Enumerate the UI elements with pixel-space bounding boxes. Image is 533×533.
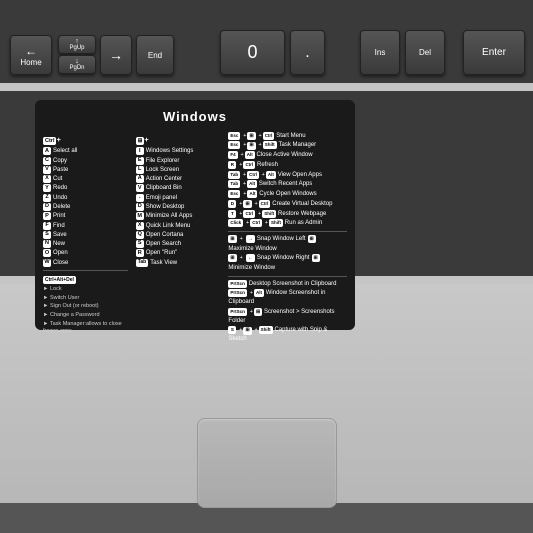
del-key[interactable]: Del [405,30,445,75]
win-action-center: A Action Center [136,175,221,183]
ctrl-section-header: Ctrl+ [43,135,128,146]
snap-right-row: ⊞ + ← Snap Window Right ⊞ Minimize Windo… [228,254,347,272]
win-run: R Open "Run" [136,249,221,257]
keyboard-silver-strip [0,83,533,91]
restore-webpage-shortcut: T +Ctrl +Shift Restore Webpage [228,210,347,219]
windows-shortcut-sticker: Windows Ctrl+ A Select all C Copy V Past… [35,100,355,330]
screenshot-snip: S +⊞ +Shift Capture with Snip & Sketch [228,326,347,344]
shortcut-close: W Close [43,259,128,267]
start-menu-shortcut: Esc +⊞ +Ctrl Start Menu [228,132,347,141]
win-emoji: . Emoji panel [136,194,221,202]
shortcut-paste: V Paste [43,166,128,174]
shortcut-redo: Y Redo [43,184,128,192]
shortcut-open: O Open [43,249,128,257]
win-minimize-all: M Minimize All Apps [136,212,221,220]
ctrl-alt-del-header: Ctrl+Alt+Del [43,274,128,284]
cad-change-password: ► Change a Password [43,312,128,319]
pgdn-key[interactable]: ↓PgDn [58,55,96,74]
shortcut-new: N New [43,240,128,248]
win-quick-link: X Quick Link Menu [136,222,221,230]
cad-sign-out: ► Sign Out (or reboot) [43,303,128,310]
win-show-desktop: D Show Desktop [136,203,221,211]
shortcut-find: F Find [43,222,128,230]
screenshot-clipboard: PrtScn Desktop Screenshot in Clipboard [228,280,347,289]
win-settings: I Windows Settings [136,147,221,155]
shortcut-copy: C Copy [43,157,128,165]
screenshot-window: PrtScn +Alt Window Screenshot in Clipboa… [228,289,347,307]
shortcut-print: P Print [43,212,128,220]
win-cortana: Q Open Cortana [136,231,221,239]
pgup-key[interactable]: ↑PgUp [58,35,96,54]
view-open-apps-shortcut: Tab +Ctrl +Alt View Open Apps [228,171,347,180]
shortcut-select-all: A Select all [43,147,128,155]
shortcut-delete: D Delete [43,203,128,211]
cad-lock: ► Lock [43,286,128,293]
switch-recent-shortcut: Tab +Alt Switch Recent Apps [228,180,347,189]
numpad-0-key[interactable]: 0 [220,30,285,75]
shortcut-undo: Z Undo [43,194,128,202]
snap-left-row: ⊞ + → Snap Window Left ⊞ Maximize Window [228,235,347,253]
trackpad[interactable] [197,418,337,508]
run-as-admin-shortcut: Click +Ctrl +Shift Run as Admin [228,219,347,228]
win-clipboard: V Clipboard Bin [136,184,221,192]
keyboard-background: ← Home ↑PgUp ↓PgDn → End 0 . Ins Del Ent… [0,0,533,533]
cycle-windows-shortcut: Esc +Alt Cycle Open Windows [228,190,347,199]
screenshot-folder: PrtScn +⊞ Screenshot > Screenshots Folde… [228,308,347,326]
pgupdn-cluster: ↑PgUp ↓PgDn [58,35,96,74]
end-key[interactable]: End [136,35,174,75]
cad-switch-user: ► Switch User [43,295,128,302]
win-lock: L Lock Screen [136,166,221,174]
ctrl-shortcuts-column: Ctrl+ A Select all C Copy V Paste X Cut … [43,132,128,345]
win-search: S Open Search [136,240,221,248]
enter-key[interactable]: Enter [463,30,525,75]
virtual-desktop-shortcut: D +⊞ +Ctrl Create Virtual Desktop [228,200,347,209]
shortcut-cut: X Cut [43,175,128,183]
win-shortcuts-column: ⊞+ I Windows Settings E File Explorer L … [136,132,221,345]
shortcut-save: S Save [43,231,128,239]
win-file-explorer: E File Explorer [136,157,221,165]
refresh-shortcut: R +Ctrl Refresh [228,161,347,170]
win-task-view: Tab Task View [136,259,221,267]
ins-key[interactable]: Ins [360,30,400,75]
task-manager-shortcut: Esc +⊞ +Shift Task Manager [228,141,347,150]
right-shortcuts-column: Esc +⊞ +Ctrl Start Menu Esc +⊞ +Shift Ta… [228,132,347,345]
close-window-shortcut: F4 +Alt Close Active Window [228,151,347,160]
win-section-header: ⊞+ [136,135,221,146]
arrow-right-key[interactable]: → [100,35,132,75]
numpad-dot-key[interactable]: . [290,30,325,75]
home-key[interactable]: ← Home [10,35,52,75]
sticker-title: Windows [43,108,347,126]
cad-task-manager: ► Task Manager:allows to close frozen ap… [43,321,128,336]
